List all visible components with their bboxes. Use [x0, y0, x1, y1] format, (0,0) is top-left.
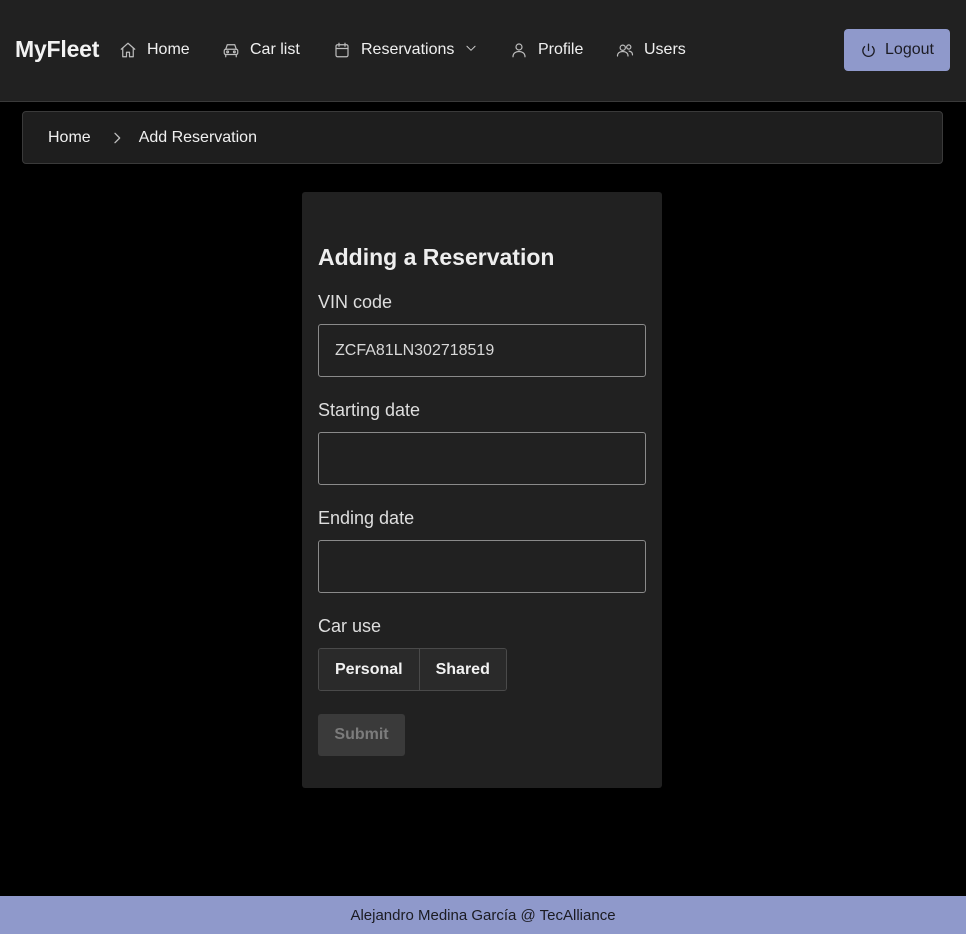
reservation-form-card: Adding a Reservation VIN code Starting d… [302, 192, 662, 788]
nav-item-label: Users [644, 41, 686, 58]
chevron-down-icon [464, 41, 478, 60]
logout-button[interactable]: Logout [844, 29, 950, 71]
starting-date-label: Starting date [318, 400, 421, 420]
users-icon [616, 44, 634, 57]
nav-item-label: Home [147, 41, 190, 58]
breadcrumb-current: Add Reservation [138, 128, 257, 146]
brand-logo[interactable]: MyFleet [15, 36, 99, 63]
car-use-personal-button[interactable]: Personal [319, 649, 419, 690]
nav-item-reservations[interactable]: Reservations [333, 38, 478, 62]
nav-item-label: Reservations [361, 41, 455, 58]
nav-item-label: Profile [538, 41, 584, 58]
starting-date-input[interactable] [318, 432, 646, 485]
car-icon [223, 44, 239, 58]
nav-item-car-list[interactable]: Car list [222, 38, 300, 62]
car-use-shared-button[interactable]: Shared [418, 649, 506, 690]
vin-label: VIN code [318, 292, 393, 312]
ending-date-label: Ending date [318, 508, 415, 528]
chevron-right-icon [109, 130, 125, 146]
vin-input[interactable] [318, 324, 646, 377]
form-title: Adding a Reservation [318, 244, 555, 270]
logout-label: Logout [885, 41, 934, 58]
calendar-icon [335, 42, 349, 58]
nav-item-profile[interactable]: Profile [510, 38, 583, 62]
nav-item-home[interactable]: Home [119, 38, 190, 62]
footer-text: Alejandro Medina García @ TecAlliance [350, 906, 616, 924]
submit-button[interactable]: Submit [318, 714, 405, 756]
footer: Alejandro Medina García @ TecAlliance [0, 896, 966, 934]
breadcrumb-home[interactable]: Home [48, 129, 91, 147]
nav-item-users[interactable]: Users [616, 38, 686, 62]
ending-date-input[interactable] [318, 540, 646, 593]
breadcrumb: Home Add Reservation [22, 111, 943, 164]
top-navbar: MyFleet Home Car list Reservations Profi… [0, 0, 966, 102]
user-icon [512, 43, 526, 58]
home-icon [120, 42, 136, 58]
power-icon [862, 42, 875, 57]
nav-item-label: Car list [250, 41, 300, 58]
car-use-toggle-group: Personal Shared [318, 648, 507, 691]
car-use-label: Car use [318, 616, 382, 636]
